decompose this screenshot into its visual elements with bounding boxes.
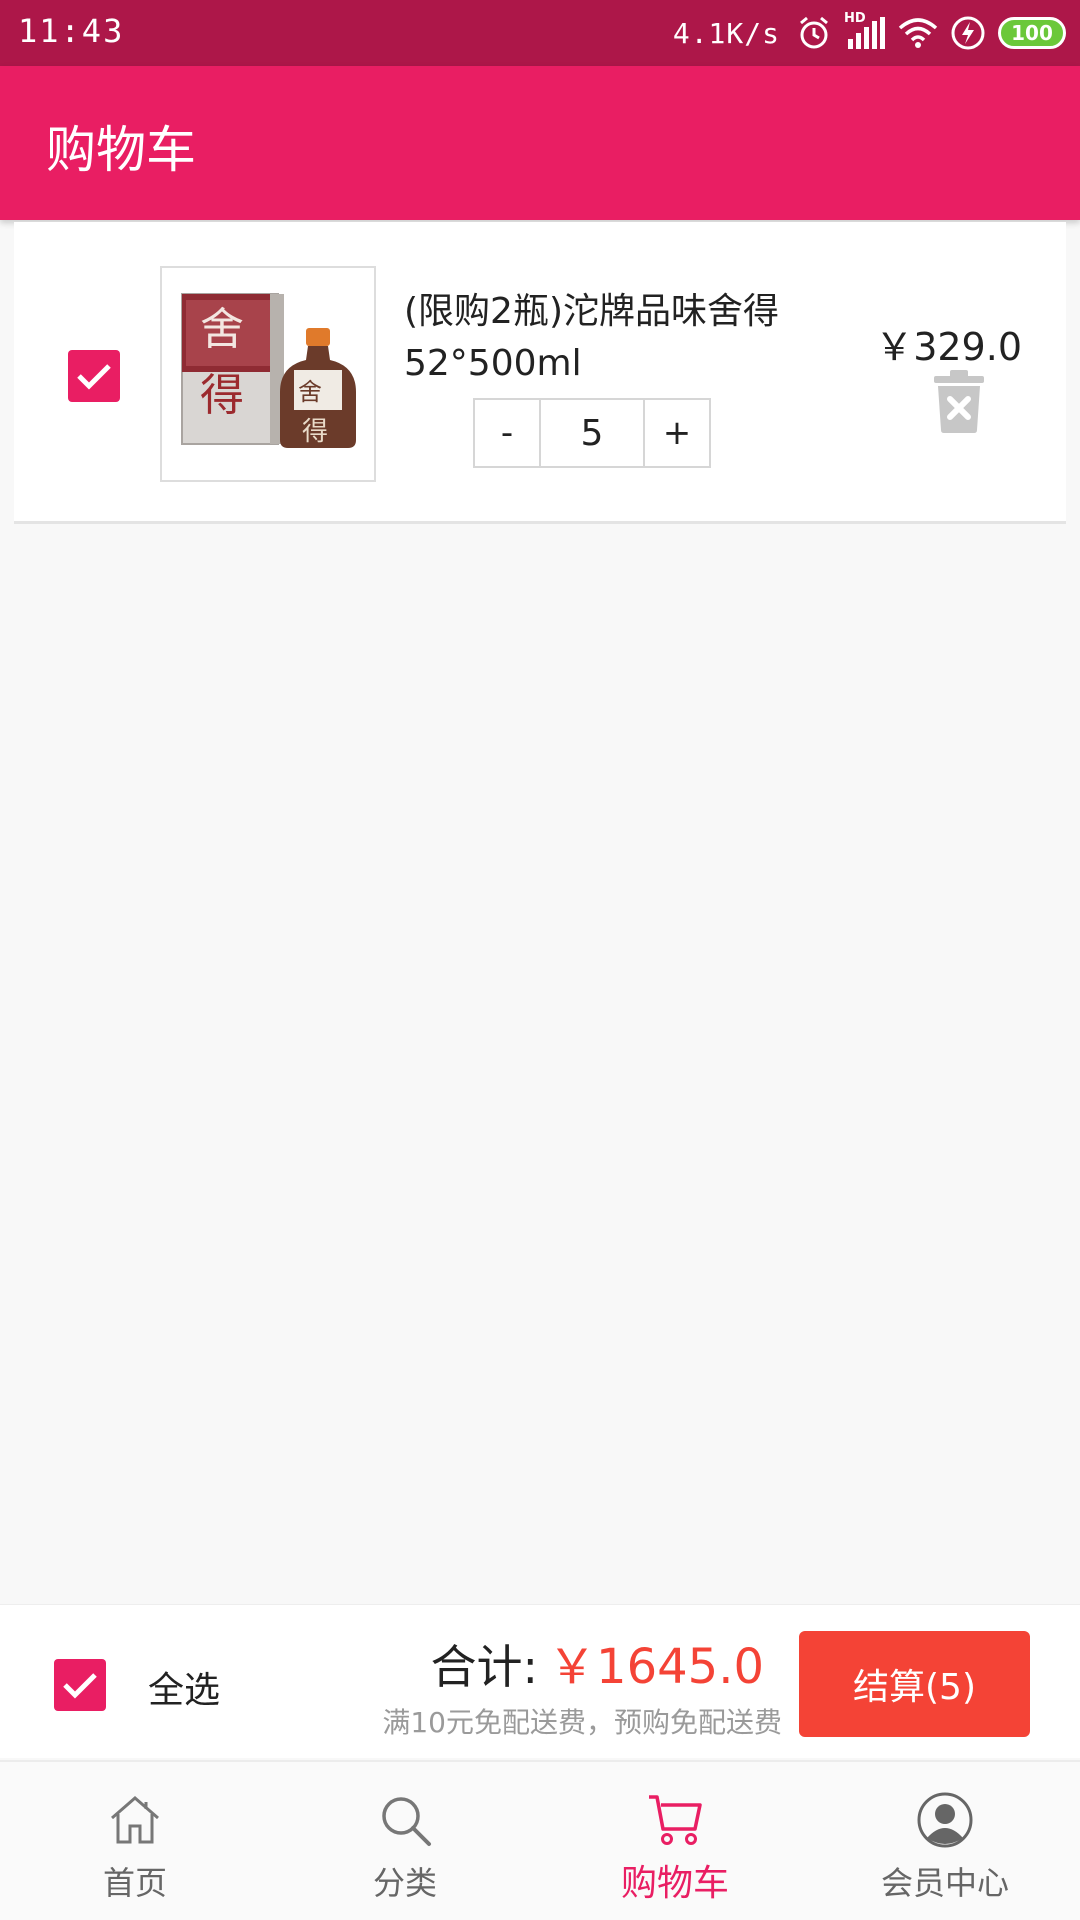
box-character-2: 得 bbox=[200, 370, 244, 421]
quantity-stepper: - 5 + bbox=[473, 398, 711, 468]
app-bar: 购物车 bbox=[0, 66, 1080, 220]
quantity-value[interactable]: 5 bbox=[539, 400, 645, 466]
decrease-button[interactable]: - bbox=[475, 400, 539, 466]
increase-button[interactable]: + bbox=[645, 400, 709, 466]
item-price: ￥329.0 bbox=[875, 325, 1022, 369]
nav-label-cart: 购物车 bbox=[620, 1863, 729, 1904]
wifi-icon bbox=[898, 13, 938, 53]
total-row: 合计: ￥1645.0 bbox=[431, 1627, 764, 1697]
nav-label-member: 会员中心 bbox=[880, 1864, 1009, 1902]
total-label: 合计: bbox=[430, 1640, 539, 1694]
hd-label: HD bbox=[844, 11, 866, 26]
select-all-label[interactable]: 全选 bbox=[148, 1661, 220, 1713]
charging-icon bbox=[948, 13, 988, 53]
total-amount: ￥1645.0 bbox=[548, 1639, 764, 1695]
nav-item-member[interactable]: 会员中心 bbox=[810, 1762, 1080, 1920]
page-title: 购物车 bbox=[46, 121, 196, 179]
delete-icon[interactable] bbox=[930, 368, 988, 434]
item-checkbox[interactable] bbox=[68, 350, 120, 402]
nav-label-home: 首页 bbox=[102, 1864, 167, 1902]
nav-item-cart[interactable]: 购物车 bbox=[540, 1762, 810, 1920]
product-name[interactable]: (限购2瓶)沱牌品味舍得52°500ml bbox=[404, 286, 784, 390]
cart-item: 舍 得 舍 得 (限购2瓶)沱牌品味舍得52°500ml - 5 + ￥329.… bbox=[14, 222, 1066, 524]
box-character-1: 舍 bbox=[200, 304, 244, 355]
status-time: 11:43 bbox=[18, 12, 125, 50]
home-icon bbox=[105, 1792, 165, 1848]
check-icon bbox=[63, 1673, 97, 1699]
check-icon bbox=[77, 364, 111, 390]
delivery-note: 满10元免配送费，预购免配送费 bbox=[382, 1706, 782, 1739]
bottle-character-2: 得 bbox=[302, 417, 328, 447]
bottom-nav: 首页 分类 购物车 会员中心 bbox=[0, 1760, 1080, 1920]
alarm-icon bbox=[794, 13, 834, 53]
select-all-checkbox[interactable] bbox=[54, 1659, 106, 1711]
nav-item-category[interactable]: 分类 bbox=[270, 1762, 540, 1920]
product-image[interactable]: 舍 得 舍 得 bbox=[160, 266, 376, 482]
network-speed: 4.1K/s bbox=[672, 16, 780, 50]
nav-label-category: 分类 bbox=[372, 1864, 437, 1902]
liquor-bottle-image: 舍 得 舍 得 bbox=[162, 268, 374, 480]
signal-icon: HD bbox=[844, 11, 888, 53]
bottle-character-1: 舍 bbox=[298, 378, 322, 406]
search-icon bbox=[375, 1792, 435, 1848]
checkout-bar: 全选 合计: ￥1645.0 满10元免配送费，预购免配送费 结算(5) bbox=[0, 1604, 1080, 1758]
user-icon bbox=[915, 1792, 975, 1848]
status-bar: 11:43 4.1K/s HD 100 bbox=[0, 0, 1080, 66]
settle-button[interactable]: 结算(5) bbox=[799, 1631, 1030, 1737]
nav-item-home[interactable]: 首页 bbox=[0, 1762, 270, 1920]
cart-icon bbox=[645, 1792, 705, 1848]
battery-indicator: 100 bbox=[998, 17, 1066, 49]
status-icons: 4.1K/s HD 100 bbox=[673, 10, 1066, 56]
